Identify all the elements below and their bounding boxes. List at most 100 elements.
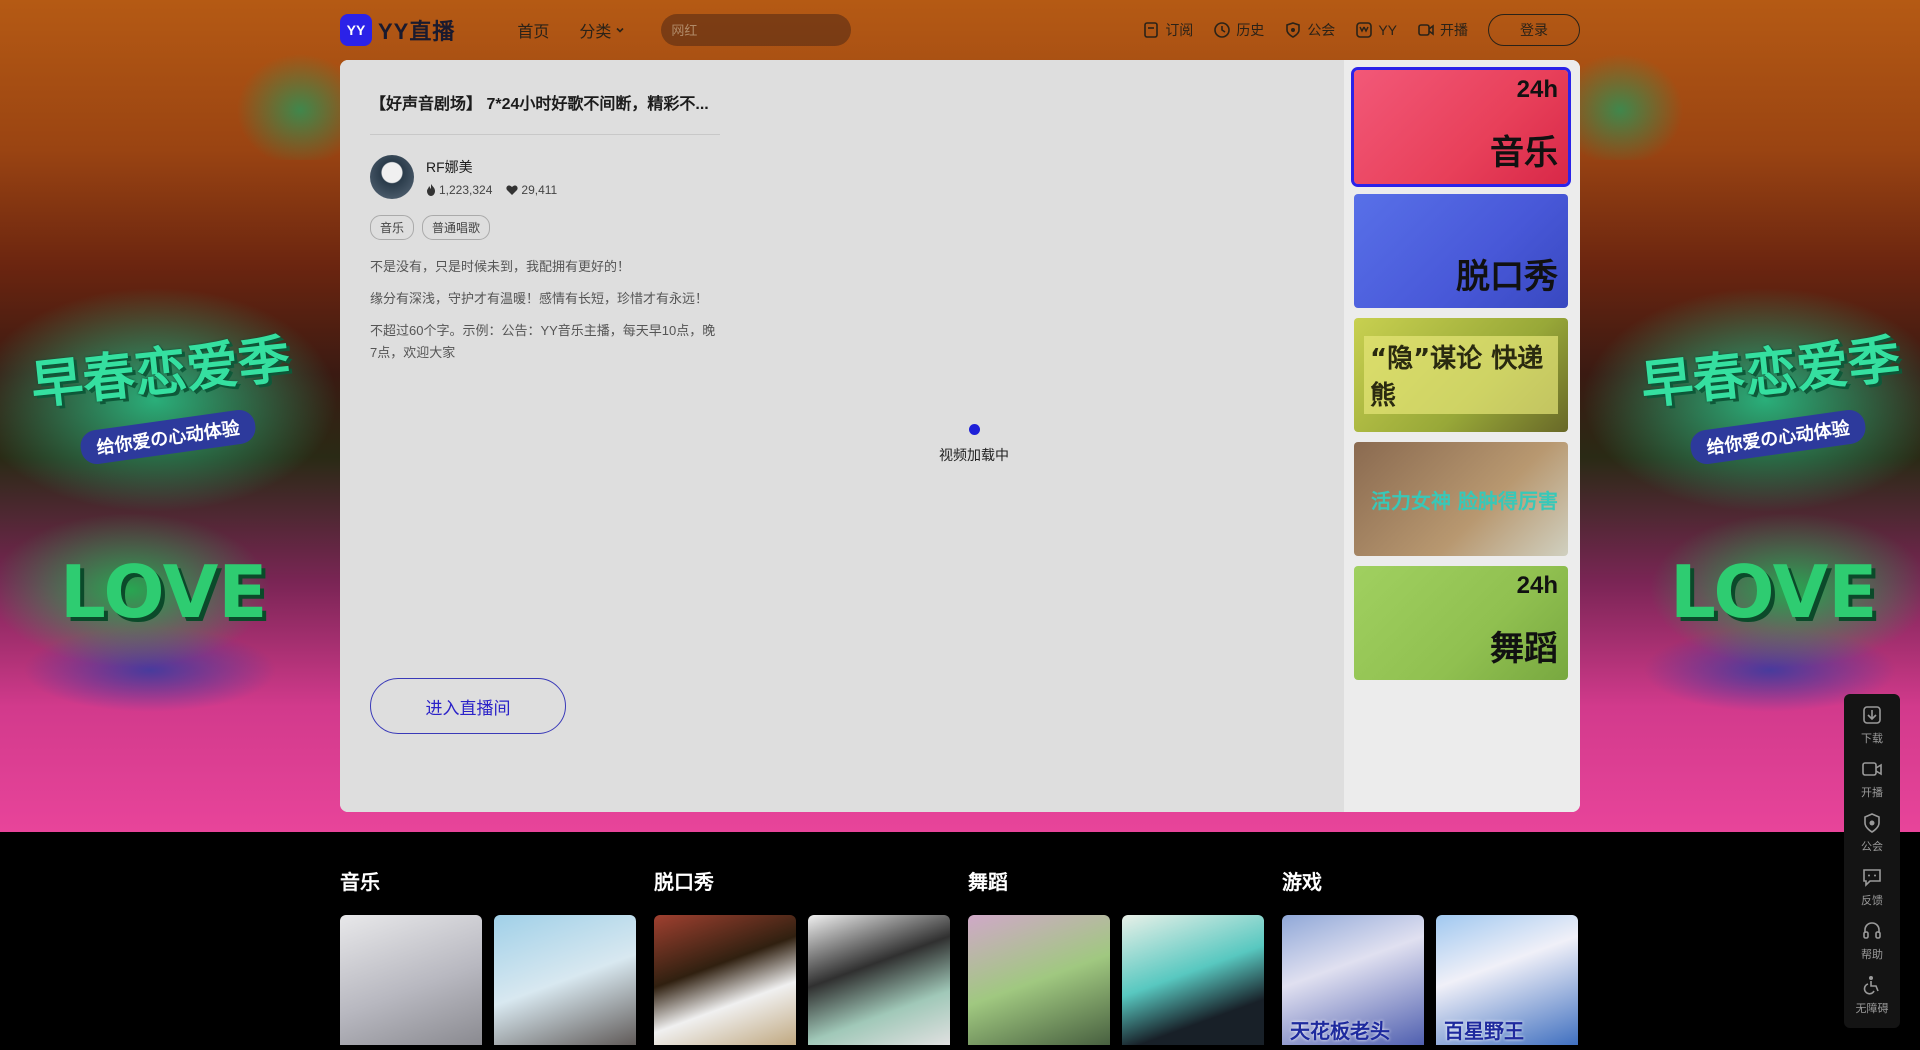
shield-icon	[1864, 813, 1880, 833]
banner-love-right: LOVE	[1670, 550, 1878, 634]
thumb-label: 脱口秀	[1456, 257, 1558, 297]
float-guild[interactable]: 公会	[1861, 812, 1883, 866]
feedback-icon	[1863, 869, 1881, 887]
tag-item[interactable]: 音乐	[370, 215, 415, 240]
video-loading: 视频加载中	[924, 424, 1024, 465]
flame-icon	[427, 184, 435, 196]
anchor-name[interactable]: RF娜美	[426, 157, 557, 177]
category-title[interactable]: 脱口秀	[654, 866, 950, 895]
search-input[interactable]	[671, 22, 848, 38]
category-game: 游戏 天花板老头 百星野王	[1282, 866, 1578, 1045]
stream-card[interactable]	[340, 915, 482, 1045]
header-guild-label: 公会	[1307, 22, 1336, 38]
description-line: 不是没有，只是时候未到，我配拥有更好的！	[370, 259, 631, 274]
heart-icon	[506, 184, 518, 195]
video-camera-icon	[1862, 762, 1882, 776]
download-icon	[1863, 706, 1881, 724]
category-title[interactable]: 游戏	[1282, 866, 1578, 895]
float-download-label: 下载	[1861, 733, 1883, 745]
float-accessibility[interactable]: 无障碍	[1856, 974, 1889, 1028]
stream-card[interactable]	[654, 915, 796, 1045]
header-guild[interactable]: 公会	[1284, 20, 1335, 40]
stream-card[interactable]	[808, 915, 950, 1045]
header-history-label: 历史	[1236, 22, 1265, 38]
top-header: YY YY直播 首页 分类 订阅 历史 公会 YY	[340, 10, 1580, 50]
clock-icon	[1214, 22, 1231, 38]
header-yy[interactable]: YY	[1355, 21, 1397, 39]
header-actions: 订阅 历史 公会 YY 开播 登录	[1142, 14, 1580, 46]
video-camera-icon	[1418, 24, 1434, 36]
float-help-label: 帮助	[1861, 949, 1883, 961]
sidebar-thumb-bear[interactable]: “隐”谋论 快递熊	[1354, 318, 1568, 432]
room-info: 【好声音剧场】 7*24小时好歌不间断，精彩不... RF娜美 1,223,32…	[370, 60, 720, 374]
description-line: 不超过60个字。示例：公告：YY音乐主播，每天早10点，晚7点，欢迎大家	[370, 323, 716, 360]
loading-spinner-icon	[968, 424, 980, 435]
chevron-down-icon	[616, 27, 624, 33]
float-feedback[interactable]: 反馈	[1861, 866, 1883, 920]
main-nav: 首页 分类	[517, 18, 625, 42]
likes-value: 29,411	[521, 183, 558, 197]
shield-icon	[1286, 22, 1301, 38]
sidebar-thumb-goddess[interactable]: 活力女神 脸肿得厉害	[1354, 442, 1568, 556]
float-help[interactable]: 帮助	[1861, 920, 1883, 974]
heat-stat: 1,223,324	[426, 183, 492, 197]
headset-icon	[1863, 922, 1881, 939]
category-title[interactable]: 音乐	[340, 866, 636, 895]
login-button[interactable]: 登录	[1488, 14, 1580, 46]
float-accessibility-label: 无障碍	[1855, 1003, 1889, 1015]
nav-home[interactable]: 首页	[517, 18, 549, 42]
tag-item[interactable]: 普通唱歌	[422, 215, 491, 240]
float-go-live-label: 开播	[1861, 787, 1883, 799]
category-section: 音乐 脱口秀 舞蹈 游戏 天花板老头 百星野王	[0, 832, 1920, 1050]
stream-card[interactable]	[1122, 915, 1264, 1045]
stream-card[interactable]	[494, 915, 636, 1045]
header-history[interactable]: 历史	[1213, 20, 1264, 40]
avatar[interactable]	[370, 155, 414, 199]
accessibility-icon	[1863, 976, 1879, 995]
room-tags: 音乐 普通唱歌	[370, 215, 720, 240]
nav-home-label: 首页	[517, 24, 550, 41]
card-caption: 百星野王	[1444, 1021, 1524, 1043]
header-subscribe-label: 订阅	[1165, 22, 1194, 38]
search-box	[661, 14, 852, 46]
card-caption: 天花板老头	[1290, 1021, 1390, 1043]
anchor-stats: 1,223,324 29,411	[426, 183, 557, 197]
stream-card[interactable]: 百星野王	[1436, 915, 1578, 1045]
header-subscribe[interactable]: 订阅	[1142, 20, 1193, 40]
stream-card[interactable]	[968, 915, 1110, 1045]
stream-card[interactable]: 天花板老头	[1282, 915, 1424, 1045]
float-guild-label: 公会	[1861, 841, 1883, 853]
sidebar-thumb-dance[interactable]: 24h 舞蹈	[1354, 566, 1568, 680]
thumb-label: 活力女神 脸肿得厉害	[1371, 488, 1558, 513]
logo-text: YY直播	[378, 19, 456, 44]
category-title[interactable]: 舞蹈	[968, 866, 1264, 895]
float-download[interactable]: 下载	[1861, 704, 1883, 758]
header-yy-label: YY	[1378, 22, 1397, 38]
heat-value: 1,223,324	[439, 183, 493, 197]
room-description: 不是没有，只是时候未到，我配拥有更好的！ 缘分有深浅，守护才有温暖！感情有长短，…	[370, 256, 720, 364]
thumb-badge: 24h	[1516, 76, 1558, 103]
banner-love-left: LOVE	[60, 550, 268, 634]
nav-category-label: 分类	[579, 24, 612, 41]
float-go-live[interactable]: 开播	[1861, 758, 1883, 812]
anchor-info: RF娜美 1,223,324 29,411	[370, 155, 720, 199]
sidebar-thumb-talkshow[interactable]: 脱口秀	[1354, 194, 1568, 308]
nav-category[interactable]: 分类	[579, 18, 625, 42]
likes-stat: 29,411	[506, 183, 557, 197]
video-player[interactable]: 【好声音剧场】 7*24小时好歌不间断，精彩不... RF娜美 1,223,32…	[340, 60, 1344, 812]
yy-logo[interactable]: YY YY直播	[340, 14, 455, 46]
floating-toolbar: 下载 开播 公会 反馈 帮助 无障碍	[1844, 694, 1900, 1028]
bookmark-icon	[1144, 22, 1159, 38]
thumb-badge: 24h	[1516, 572, 1558, 599]
header-go-live[interactable]: 开播	[1417, 20, 1468, 40]
description-line: 缘分有深浅，守护才有温暖！感情有长短，珍惜才有永远！	[370, 291, 709, 306]
category-talkshow: 脱口秀	[654, 866, 950, 1045]
logo-badge: YY	[340, 14, 372, 46]
recommended-sidebar: 24h 音乐 脱口秀 “隐”谋论 快递熊 活力女神 脸肿得厉害 24h 舞蹈	[1344, 60, 1580, 812]
category-music: 音乐	[340, 866, 636, 1045]
category-dance: 舞蹈	[968, 866, 1264, 1045]
sidebar-thumb-music[interactable]: 24h 音乐	[1351, 67, 1571, 187]
room-title: 【好声音剧场】 7*24小时好歌不间断，精彩不...	[370, 90, 720, 135]
thumb-label: “隐”谋论 快递熊	[1364, 336, 1558, 414]
enter-room-button[interactable]: 进入直播间	[370, 678, 566, 734]
